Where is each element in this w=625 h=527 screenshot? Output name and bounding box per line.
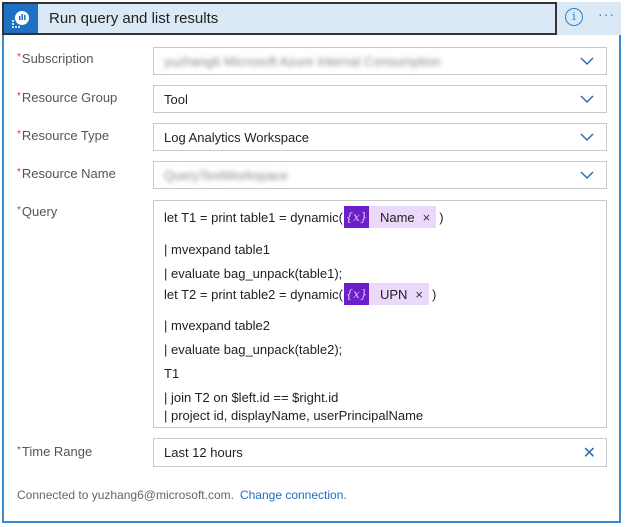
more-options-icon[interactable]: ··· [598, 6, 615, 22]
query-label: *Query [17, 204, 57, 219]
action-header[interactable]: Run query and list results i ··· [2, 2, 621, 35]
query-label-text: Query [21, 204, 58, 219]
query-line-text: ) [439, 209, 444, 225]
header-title-bar[interactable]: Run query and list results [2, 2, 557, 35]
required-marker: * [17, 205, 21, 216]
resource-group-label-text: Resource Group [21, 90, 118, 105]
chevron-down-icon[interactable] [580, 56, 594, 66]
resource-name-value: QueryTestWorkspace [164, 168, 289, 183]
resource-type-value: Log Analytics Workspace [164, 130, 309, 145]
time-range-label: *Time Range [17, 444, 92, 459]
variable-icon: {x} [343, 283, 369, 305]
resource-type-dropdown[interactable]: Log Analytics Workspace [153, 123, 607, 151]
query-line: let T1 = print table1 = dynamic( {x} Nam… [164, 206, 444, 228]
remove-token-icon[interactable]: × [415, 287, 423, 302]
query-line: | mvexpand table2 [164, 318, 270, 333]
query-line: | evaluate bag_unpack(table1); [164, 266, 343, 281]
variable-icon: {x} [343, 206, 369, 228]
chevron-down-icon[interactable] [580, 94, 594, 104]
resource-name-label: *Resource Name [17, 166, 116, 181]
query-line-text: ) [432, 286, 437, 302]
connected-text: Connected to yuzhang6@microsoft.com. [17, 488, 234, 502]
query-line-text: let T2 = print table2 = dynamic( [164, 286, 343, 302]
resource-name-dropdown[interactable]: QueryTestWorkspace [153, 161, 607, 189]
query-editor[interactable]: let T1 = print table1 = dynamic( {x} Nam… [153, 200, 607, 428]
required-marker: * [17, 129, 21, 140]
resource-group-label: *Resource Group [17, 90, 117, 105]
query-line-text: let T1 = print table1 = dynamic( [164, 209, 343, 225]
query-line: | mvexpand table1 [164, 242, 270, 257]
resource-name-label-text: Resource Name [21, 166, 116, 181]
required-marker: * [17, 52, 21, 63]
required-marker: * [17, 91, 21, 102]
dynamic-content-token-name[interactable]: {x} Name × [343, 206, 437, 228]
subscription-dropdown[interactable]: yuzhang6 Microsoft Azure Internal Consum… [153, 47, 607, 75]
subscription-label: *Subscription [17, 51, 93, 66]
chevron-down-icon[interactable] [580, 132, 594, 142]
clear-icon[interactable]: ✕ [583, 443, 596, 463]
time-range-value: Last 12 hours [164, 445, 243, 460]
dynamic-content-token-upn[interactable]: {x} UPN × [343, 283, 430, 305]
required-marker: * [17, 445, 21, 456]
action-title: Run query and list results [49, 10, 219, 27]
token-label: Name [379, 209, 415, 225]
query-line: | evaluate bag_unpack(table2); [164, 342, 343, 357]
chevron-down-icon[interactable] [580, 170, 594, 180]
time-range-label-text: Time Range [21, 444, 93, 459]
query-line: T1 [164, 366, 180, 381]
remove-token-icon[interactable]: × [423, 210, 431, 225]
resource-group-value: Tool [164, 92, 188, 107]
query-line: | join T2 on $left.id == $right.id [164, 390, 339, 405]
info-icon[interactable]: i [565, 8, 583, 26]
connection-info: Connected to yuzhang6@microsoft.com. Chan… [17, 488, 347, 502]
time-range-dropdown[interactable]: Last 12 hours ✕ [153, 438, 607, 467]
resource-group-dropdown[interactable]: Tool [153, 85, 607, 113]
change-connection-link[interactable]: Change connection. [240, 488, 347, 502]
subscription-value: yuzhang6 Microsoft Azure Internal Consum… [164, 54, 441, 69]
query-line: let T2 = print table2 = dynamic( {x} UPN… [164, 283, 436, 305]
subscription-label-text: Subscription [21, 51, 94, 66]
token-label: UPN [379, 286, 408, 302]
log-analytics-icon [4, 4, 38, 33]
required-marker: * [17, 167, 21, 178]
resource-type-label: *Resource Type [17, 128, 109, 143]
resource-type-label-text: Resource Type [21, 128, 110, 143]
query-line: | project id, displayName, userPrincipal… [164, 408, 424, 423]
